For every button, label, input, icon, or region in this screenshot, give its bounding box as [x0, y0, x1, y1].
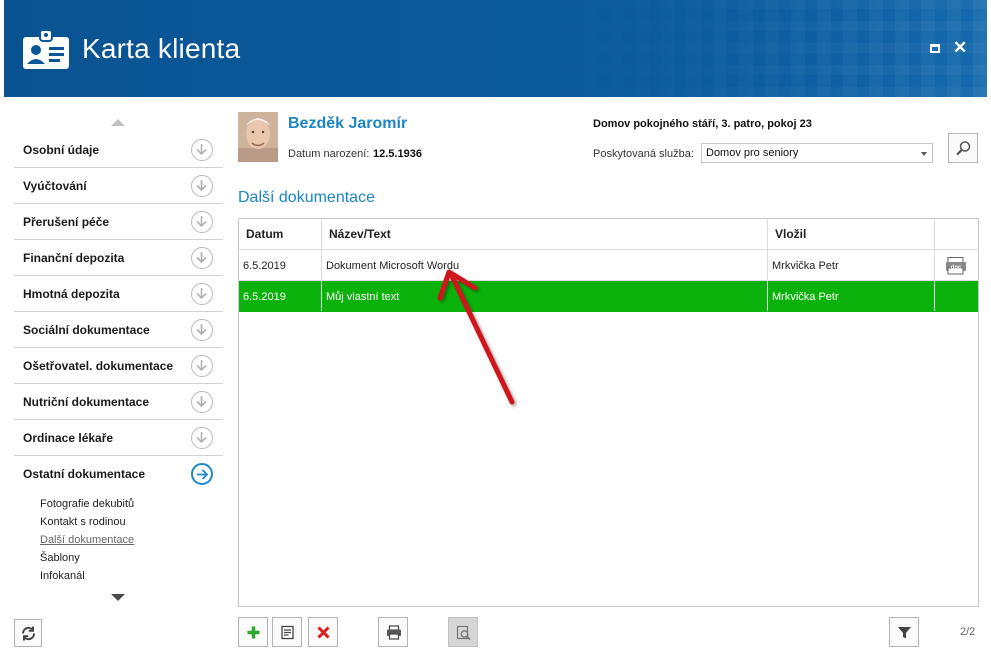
- maximize-icon[interactable]: [930, 44, 940, 53]
- add-button[interactable]: [238, 617, 268, 647]
- dob-value: 12.5.1936: [373, 148, 422, 160]
- sidebar-item-ordinace-lekare[interactable]: Ordinace lékaře: [14, 420, 223, 456]
- sidebar-item-financni-depozita[interactable]: Finanční depozita: [14, 240, 223, 276]
- sidebar-item-label: Osobní údaje: [23, 143, 100, 157]
- sidebar-item-ostatni-dokumentace[interactable]: Ostatní dokumentace: [14, 456, 223, 492]
- arrow-down-circle-icon: [191, 319, 213, 341]
- search-icon: [956, 141, 971, 156]
- sidebar-item-nutricni-dokumentace[interactable]: Nutriční dokumentace: [14, 384, 223, 420]
- filter-funnel-icon: [898, 627, 911, 639]
- refresh-button[interactable]: [14, 619, 42, 647]
- arrow-down-circle-icon: [191, 427, 213, 449]
- subitem-fotografie-dekubitu[interactable]: Fotografie dekubitů: [40, 498, 134, 510]
- print-preview-icon: [456, 625, 471, 641]
- sidebar-item-label: Ordinace lékaře: [23, 431, 114, 445]
- subitem-sablony[interactable]: Šablony: [40, 552, 80, 564]
- plus-icon: [247, 626, 260, 639]
- cell-date: 6.5.2019: [239, 250, 322, 280]
- service-select[interactable]: Domov pro seniory: [701, 143, 933, 163]
- cell-actions: [935, 281, 978, 311]
- column-header-name[interactable]: Název/Text: [322, 219, 768, 250]
- column-header-actions: [935, 219, 978, 250]
- sidebar-item-preruseni-pece[interactable]: Přerušení péče: [14, 204, 223, 240]
- refresh-icon: [21, 626, 36, 641]
- window-title: Karta klienta: [82, 33, 241, 64]
- table-row[interactable]: 6.5.2019 Dokument Microsoft Wordu Mrkvič…: [239, 250, 978, 281]
- sidebar-item-label: Sociální dokumentace: [23, 323, 150, 337]
- sidebar-item-osobni-udaje[interactable]: Osobní údaje: [14, 132, 223, 168]
- arrow-down-circle-icon: [191, 139, 213, 161]
- printer-icon: [387, 625, 401, 640]
- client-photo: [238, 112, 278, 162]
- print-button[interactable]: [378, 617, 408, 647]
- sidebar-item-label: Ostatní dokumentace: [23, 467, 146, 481]
- app-header: Karta klienta ✕: [4, 0, 987, 97]
- sidebar-item-osetrovatel-dokumentace[interactable]: Ošetřovatel. dokumentace: [14, 348, 223, 384]
- sidebar-item-label: Nutriční dokumentace: [23, 395, 150, 409]
- sidebar-item-hmotna-depozita[interactable]: Hmotná depozita: [14, 276, 223, 312]
- subitem-kontakt-s-rodinou[interactable]: Kontakt s rodinou: [40, 516, 126, 528]
- filter-button[interactable]: [889, 617, 919, 647]
- section-title: Další dokumentace: [238, 189, 375, 206]
- edit-document-icon: [281, 625, 294, 640]
- sidebar-item-socialni-dokumentace[interactable]: Sociální dokumentace: [14, 312, 223, 348]
- preview-button[interactable]: [448, 617, 478, 647]
- sidebar-item-label: Přerušení péče: [23, 215, 110, 229]
- word-document-icon[interactable]: doc: [945, 257, 967, 275]
- sidebar-item-label: Ošetřovatel. dokumentace: [23, 359, 174, 373]
- dob-label: Datum narození:: [288, 148, 370, 160]
- table-row[interactable]: 6.5.2019 Můj vlastní text Mrkvička Petr: [239, 281, 978, 312]
- cell-author: Mrkvička Petr: [768, 281, 935, 311]
- documents-table: Datum Název/Text Vložil 6.5.2019 Dokumen…: [238, 218, 979, 607]
- sidebar-item-label: Vyúčtování: [23, 179, 87, 193]
- service-label: Poskytovaná služba:: [593, 148, 694, 160]
- column-header-author[interactable]: Vložil: [768, 219, 935, 250]
- facility-location: Domov pokojného stáří, 3. patro, pokoj 2…: [593, 118, 812, 130]
- arrow-down-circle-icon: [191, 391, 213, 413]
- page-counter: 2/2: [960, 626, 976, 638]
- arrow-down-circle-icon: [191, 355, 213, 377]
- sidebar-item-vyuctovani[interactable]: Vyúčtování: [14, 168, 223, 204]
- cell-name: Dokument Microsoft Wordu: [322, 250, 768, 280]
- edit-button[interactable]: [272, 617, 302, 647]
- scroll-up-arrow-icon[interactable]: [111, 119, 125, 126]
- client-name: Bezděk Jaromír: [288, 115, 408, 132]
- arrow-down-circle-icon: [191, 247, 213, 269]
- cell-actions: doc: [935, 250, 978, 280]
- delete-button[interactable]: [308, 617, 338, 647]
- cell-date: 6.5.2019: [239, 281, 322, 311]
- arrow-down-circle-icon: [191, 283, 213, 305]
- close-icon[interactable]: ✕: [953, 39, 967, 57]
- search-button[interactable]: [948, 133, 978, 163]
- id-card-icon: [23, 29, 69, 69]
- arrow-down-circle-icon: [191, 175, 213, 197]
- arrow-down-circle-icon: [191, 211, 213, 233]
- sidebar-item-label: Finanční depozita: [23, 251, 125, 265]
- doc-badge-text: doc: [951, 265, 962, 271]
- cell-name: Můj vlastní text: [322, 281, 768, 311]
- chevron-down-icon: [921, 152, 927, 156]
- column-header-date[interactable]: Datum: [239, 219, 322, 250]
- subitem-infokanal[interactable]: Infokanál: [40, 570, 85, 582]
- arrow-right-circle-icon: [191, 463, 213, 485]
- service-select-value: Domov pro seniory: [706, 147, 799, 159]
- subitem-dalsi-dokumentace[interactable]: Další dokumentace: [40, 534, 134, 546]
- sidebar-item-label: Hmotná depozita: [23, 287, 120, 301]
- scroll-down-arrow-icon[interactable]: [111, 594, 125, 601]
- delete-x-icon: [317, 626, 330, 639]
- cell-author: Mrkvička Petr: [768, 250, 935, 280]
